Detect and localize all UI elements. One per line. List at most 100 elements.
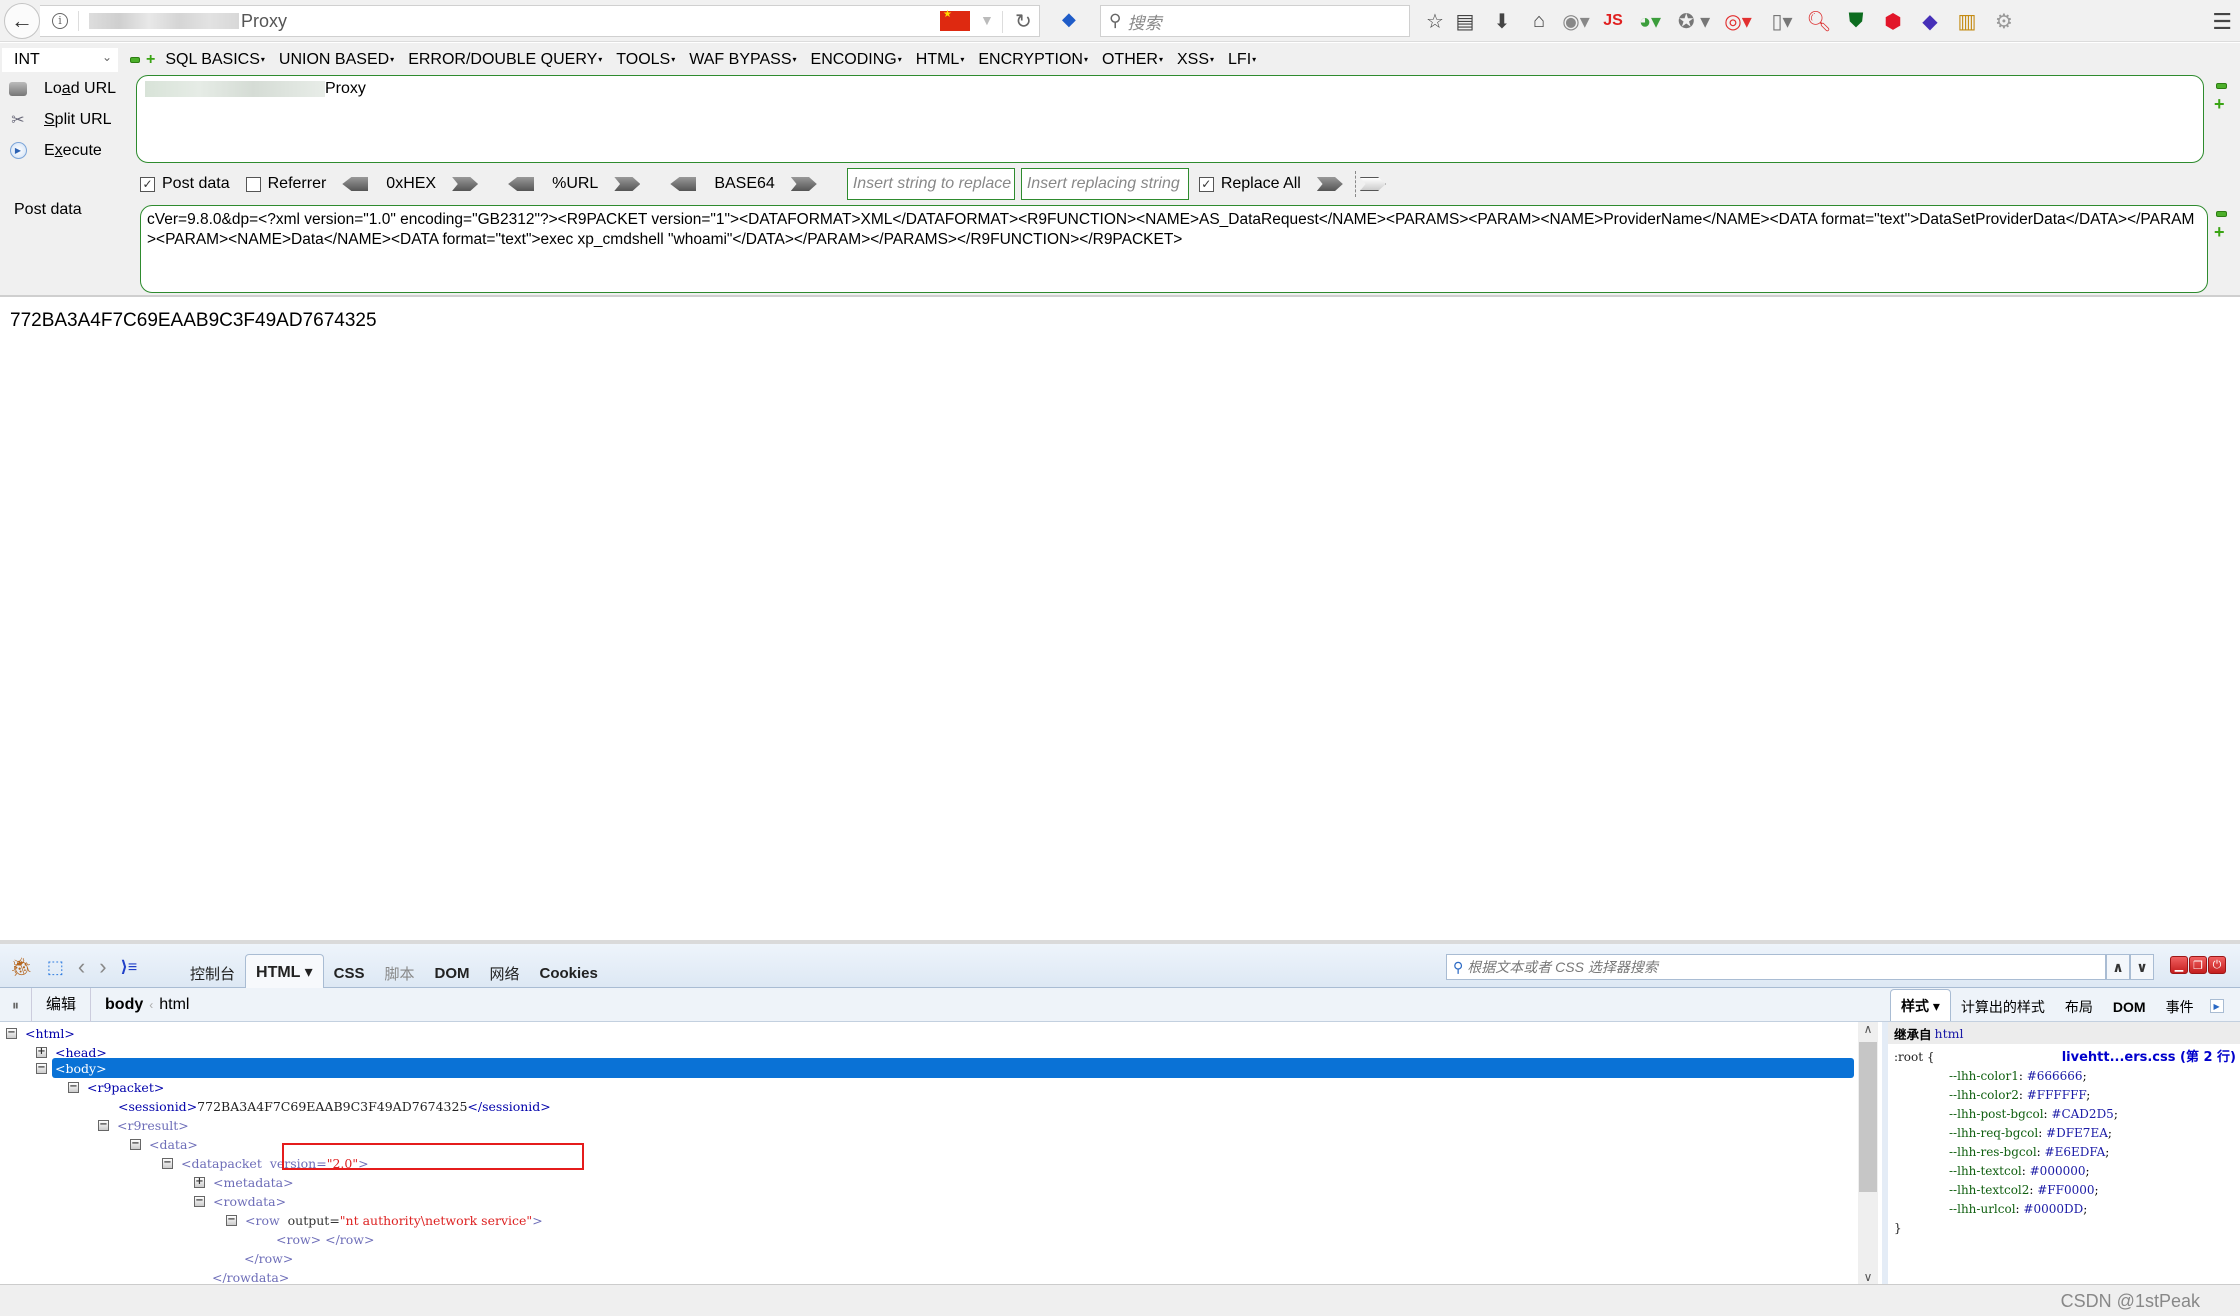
home-icon[interactable]: ⌂: [1524, 8, 1554, 34]
side-tab-0[interactable]: 样式 ▾: [1890, 989, 1951, 1021]
tree-node-row-close[interactable]: </row>: [244, 1249, 293, 1267]
tree-node-r9packet[interactable]: − <r9packet>: [68, 1078, 164, 1096]
url-encode-arrow-icon[interactable]: [614, 177, 641, 191]
url-textarea[interactable]: Proxy: [136, 75, 2204, 163]
hackbar-menu-lfi[interactable]: LFI▾: [1228, 51, 1256, 69]
url-decode-arrow-icon[interactable]: [508, 177, 535, 191]
edit-button[interactable]: 编辑: [32, 987, 92, 1022]
side-tab-1[interactable]: 计算出的样式: [1951, 993, 2055, 1021]
css-property[interactable]: --lhh-color2: #FFFFFF;: [1894, 1086, 2234, 1105]
diamond-addon-icon[interactable]: ◆: [1908, 8, 1952, 34]
firebug-tab-6[interactable]: Cookies: [530, 958, 608, 988]
back-icon[interactable]: ‹: [78, 954, 85, 980]
collapse-icon[interactable]: −: [98, 1119, 109, 1131]
expand-icon[interactable]: +: [194, 1176, 205, 1188]
cookie-addon-icon[interactable]: ✪ ▾: [1672, 8, 1716, 34]
detach-icon[interactable]: ❐: [2189, 956, 2207, 974]
hackbar-menu-html[interactable]: HTML▾: [916, 51, 965, 69]
reload-icon[interactable]: ↻: [1015, 9, 1032, 34]
shrink-icon[interactable]: [130, 57, 140, 63]
hex-decode-arrow-icon[interactable]: [342, 177, 369, 191]
search-addon-icon[interactable]: 🔍︎: [1804, 8, 1834, 34]
globe-addon-icon[interactable]: ◉▾: [1554, 8, 1598, 34]
referrer-checkbox[interactable]: [245, 176, 261, 192]
type-select[interactable]: INT ⌄: [2, 48, 118, 72]
scrollbar-thumb[interactable]: [1859, 1042, 1877, 1192]
tree-node-data[interactable]: − <data>: [130, 1135, 198, 1153]
collapse-icon[interactable]: −: [6, 1027, 17, 1039]
execute-button[interactable]: ▶ Execute: [8, 135, 128, 166]
breadcrumb-body[interactable]: body: [91, 996, 143, 1014]
hackbar-menu-tools[interactable]: TOOLS▾: [616, 51, 675, 69]
hackbar-menu-waf-bypass[interactable]: WAF BYPASS▾: [689, 51, 796, 69]
tree-node-sessionid[interactable]: <sessionid> 772BA3A4F7C69EAAB9C3F49AD7674…: [118, 1097, 551, 1115]
forward-icon[interactable]: ›: [99, 954, 106, 980]
firebug-tab-4[interactable]: DOM: [425, 958, 480, 988]
css-source-link[interactable]: livehtt...ers.css (第 2 行): [2062, 1048, 2236, 1067]
collapse-icon[interactable]: −: [36, 1062, 47, 1074]
expand-icon[interactable]: +: [36, 1046, 47, 1058]
grow-icon[interactable]: +: [2214, 95, 2230, 113]
collapse-icon[interactable]: −: [194, 1195, 205, 1207]
bird-extension-icon[interactable]: ◆: [1062, 9, 1084, 31]
hackbar-menu-encryption[interactable]: ENCRYPTION▾: [978, 51, 1088, 69]
scroll-up-icon[interactable]: ∧: [1858, 1022, 1878, 1036]
collapse-icon[interactable]: −: [162, 1157, 173, 1169]
command-line-icon[interactable]: ⟩≡: [121, 957, 138, 977]
firebug-tab-2[interactable]: CSS: [324, 958, 375, 988]
shrink-icon[interactable]: [2216, 211, 2227, 217]
css-property[interactable]: --lhh-post-bgcol: #CAD2D5;: [1894, 1105, 2234, 1124]
search-bar[interactable]: ⚲ 搜索: [1100, 5, 1410, 37]
grow-icon[interactable]: +: [146, 52, 155, 68]
color-addon-icon[interactable]: ◕▾: [1628, 8, 1672, 34]
back-button[interactable]: ←: [4, 3, 40, 39]
css-property[interactable]: --lhh-urlcol: #0000DD;: [1894, 1200, 2234, 1219]
post-data-checkbox[interactable]: ✓: [140, 176, 155, 192]
china-flag-icon[interactable]: [940, 9, 970, 31]
tree-node-metadata[interactable]: + <metadata>: [194, 1173, 294, 1191]
search-prev-button[interactable]: ∧: [2106, 954, 2130, 980]
info-icon[interactable]: i: [52, 13, 68, 29]
collapse-icon[interactable]: −: [226, 1214, 237, 1226]
hackbar-menu-union-based[interactable]: UNION BASED▾: [279, 51, 394, 69]
firebug-search-input[interactable]: ⚲ 根据文本或者 CSS 选择器搜索: [1446, 954, 2106, 980]
base64-encode-arrow-icon[interactable]: [790, 177, 817, 191]
side-tab-4[interactable]: 事件: [2156, 993, 2204, 1021]
replace-next-arrow-icon[interactable]: [1359, 177, 1386, 191]
grow-icon[interactable]: +: [2214, 223, 2230, 241]
firebug-tab-5[interactable]: 网络: [480, 958, 530, 988]
css-property[interactable]: --lhh-color1: #666666;: [1894, 1067, 2234, 1086]
hackbar-menu-encoding[interactable]: ENCODING▾: [811, 51, 902, 69]
js-addon-icon[interactable]: JS: [1598, 8, 1628, 34]
page-addon-icon[interactable]: ▯▾: [1760, 8, 1804, 34]
tree-node-r9result[interactable]: − <r9result>: [98, 1116, 189, 1134]
shield-addon-icon[interactable]: ⛊: [1834, 8, 1878, 34]
tree-node-rowdata[interactable]: − <rowdata>: [194, 1192, 286, 1210]
replace-all-checkbox[interactable]: ✓: [1198, 176, 1214, 192]
abp-addon-icon[interactable]: ⬢: [1878, 8, 1908, 34]
hex-encode-arrow-icon[interactable]: [452, 177, 479, 191]
side-tab-3[interactable]: DOM: [2103, 993, 2156, 1021]
css-property[interactable]: --lhh-res-bgcol: #E6EDFA;: [1894, 1143, 2234, 1162]
red-addon-icon[interactable]: ◎▾: [1716, 8, 1760, 34]
load-url-button[interactable]: Load URL: [8, 73, 128, 104]
tree-node-rowdata-close[interactable]: </rowdata>: [212, 1268, 289, 1285]
inspect-icon[interactable]: ⬚: [47, 957, 64, 978]
firebug-tab-0[interactable]: 控制台: [180, 958, 245, 988]
inherited-tag-link[interactable]: html: [1935, 1026, 1964, 1041]
more-tabs-icon[interactable]: ▶: [2209, 999, 2224, 1013]
tree-node-row[interactable]: − <row output= "nt authority\network servi…: [226, 1211, 543, 1229]
post-data-textarea[interactable]: cVer=9.8.0&dp=<?xml version="1.0" encodi…: [140, 205, 2208, 293]
collapse-icon[interactable]: −: [68, 1081, 79, 1093]
replace-from-input[interactable]: Insert string to replace: [846, 168, 1015, 200]
breadcrumb-html[interactable]: html: [159, 996, 189, 1014]
dropdown-icon[interactable]: ▼: [980, 12, 994, 28]
break-on-mutate-icon[interactable]: ⏸: [0, 987, 32, 1022]
firebug-bug-icon[interactable]: 🐞︎: [10, 957, 33, 978]
tree-node-row-inner[interactable]: <row> </row>: [276, 1230, 374, 1248]
tree-node-html[interactable]: − <html>: [6, 1024, 75, 1042]
base64-decode-arrow-icon[interactable]: [670, 177, 697, 191]
hamburger-menu-icon[interactable]: ☰: [2212, 9, 2232, 35]
css-property[interactable]: --lhh-textcol2: #FF0000;: [1894, 1181, 2234, 1200]
firebug-tab-3[interactable]: 脚本: [374, 958, 424, 988]
